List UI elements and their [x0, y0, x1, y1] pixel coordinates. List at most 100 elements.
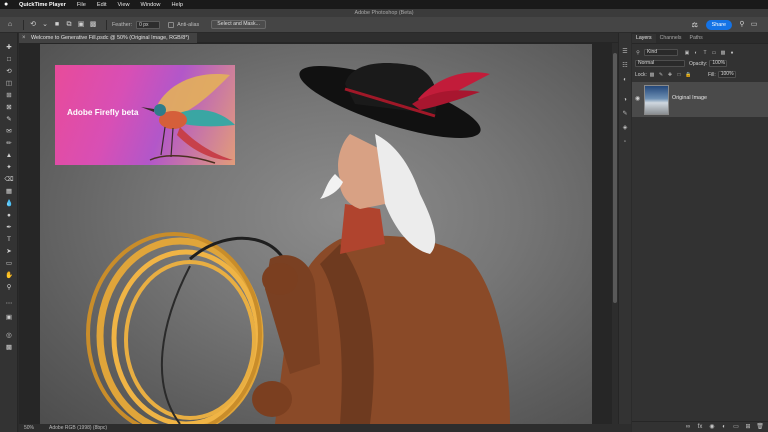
filter-smart-object-icon[interactable]: ▩ — [720, 50, 726, 56]
menu-file[interactable]: File — [77, 2, 86, 8]
path-select-tool-icon[interactable]: ➤ — [3, 247, 15, 257]
delete-layer-icon[interactable]: 🗑 — [756, 423, 764, 431]
pen-tool-icon[interactable]: ✒ — [3, 223, 15, 233]
link-layers-icon[interactable]: ∞ — [684, 423, 692, 431]
options-right-group: ⚖ Share ⚲ ▭ — [692, 20, 762, 30]
quick-mask-icon[interactable]: ◎ — [3, 331, 15, 341]
filter-toggle-icon[interactable]: ● — [729, 50, 735, 56]
document-canvas[interactable]: Adobe Firefly beta — [40, 44, 592, 424]
new-group-icon[interactable]: ▭ — [732, 423, 740, 431]
intersect-selection-icon[interactable]: ▩ — [89, 21, 97, 29]
new-layer-icon[interactable]: ⊞ — [744, 423, 752, 431]
add-selection-icon[interactable]: ⧉ — [65, 21, 73, 29]
gradient-tool-icon[interactable]: ▦ — [3, 187, 15, 197]
layer-row[interactable]: ◉ Original Image — [632, 82, 768, 117]
share-button[interactable]: Share — [705, 20, 732, 30]
clone-stamp-tool-icon[interactable]: ▲ — [3, 151, 15, 161]
opacity-input[interactable]: 100% — [709, 60, 728, 67]
macos-menu-bar: ● QuickTime Player File Edit View Window… — [0, 0, 768, 9]
blend-mode-select[interactable]: Normal — [635, 60, 685, 67]
eye-icon[interactable]: ◉ — [635, 95, 640, 102]
antialias-label: Anti-alias — [177, 21, 200, 28]
document-tab[interactable]: × Welcome to Generative Fill.psdc @ 50% … — [19, 33, 198, 43]
tab-channels[interactable]: Channels — [656, 34, 686, 43]
color-profile[interactable]: Adobe RGB (1998) (8bpc) — [49, 424, 107, 432]
menu-window[interactable]: Window — [141, 2, 161, 8]
object-select-tool-icon[interactable]: ◫ — [3, 79, 15, 89]
panel-icon-column — [618, 33, 631, 432]
shape-tool-icon[interactable]: ▭ — [3, 259, 15, 269]
chevron-down-icon[interactable]: ⌄ — [41, 21, 49, 29]
document-tab-title: Welcome to Generative Fill.psdc @ 50% (O… — [31, 35, 190, 41]
menu-help[interactable]: Help — [171, 2, 183, 8]
new-selection-icon[interactable]: ■ — [53, 21, 61, 29]
feather-input[interactable]: 0 px — [136, 20, 161, 29]
eraser-tool-icon[interactable]: ⌫ — [3, 175, 15, 185]
select-and-mask-button[interactable]: Select and Mask... — [211, 20, 266, 29]
glyphs-panel-icon[interactable]: ▫ — [621, 138, 629, 146]
tab-layers[interactable]: Layers — [632, 34, 656, 43]
layer-name[interactable]: Original Image — [672, 95, 707, 101]
dodge-tool-icon[interactable]: ● — [3, 211, 15, 221]
filter-shape-icon[interactable]: ▭ — [711, 50, 717, 56]
zoom-tool-icon[interactable]: ⚲ — [3, 283, 15, 293]
menu-edit[interactable]: Edit — [97, 2, 107, 8]
healing-brush-tool-icon[interactable]: ✉ — [3, 127, 15, 137]
history-brush-tool-icon[interactable]: ✦ — [3, 163, 15, 173]
eyedropper-tool-icon[interactable]: ✎ — [3, 115, 15, 125]
type-tool-icon[interactable]: T — [3, 235, 15, 245]
lasso-icon[interactable]: ⟲ — [29, 21, 37, 29]
adjustment-layer-icon[interactable]: ◐ — [720, 423, 728, 431]
hand-tool-icon[interactable]: ✋ — [3, 271, 15, 281]
menu-app-name[interactable]: QuickTime Player — [19, 2, 66, 8]
kind-filter-select[interactable]: Kind — [644, 49, 678, 56]
workspace-icon[interactable]: ▭ — [750, 21, 758, 29]
filter-type-icon[interactable]: T — [702, 50, 708, 56]
apple-icon[interactable]: ● — [4, 1, 11, 8]
brush-tool-icon[interactable]: ✏ — [3, 139, 15, 149]
feather-label: Feather: — [112, 21, 133, 28]
filter-adjustment-icon[interactable]: ◐ — [693, 50, 699, 56]
fill-input[interactable]: 100% — [717, 71, 736, 78]
beta-flask-icon[interactable]: ⚖ — [692, 21, 700, 30]
add-mask-icon[interactable]: ◉ — [708, 423, 716, 431]
fill-label: Fill: — [707, 71, 716, 78]
layers-panel: Layers Channels Paths ⚲ Kind ▣ ◐ T ▭ ▩ ●… — [632, 33, 768, 432]
tab-paths[interactable]: Paths — [686, 34, 707, 43]
screen-mode-icon[interactable]: ▩ — [3, 343, 15, 353]
more-tools-icon[interactable]: ⋯ — [3, 299, 15, 309]
lock-pixels-icon[interactable]: ✎ — [658, 72, 664, 78]
scrollbar-thumb[interactable] — [613, 53, 617, 303]
pasteboard: Adobe Firefly beta — [19, 43, 612, 424]
brushes-panel-icon[interactable]: ✎ — [621, 110, 629, 118]
history-panel-icon[interactable]: ☰ — [621, 48, 629, 56]
blur-tool-icon[interactable]: 💧 — [3, 199, 15, 209]
antialias-checkbox[interactable] — [168, 21, 175, 28]
color-swatches-icon[interactable]: ▣ — [3, 313, 15, 323]
crop-tool-icon[interactable]: ⊞ — [3, 91, 15, 101]
styles-panel-icon[interactable]: ◈ — [621, 124, 629, 132]
lock-position-icon[interactable]: ✚ — [667, 72, 673, 78]
firefly-banner-image: Adobe Firefly beta — [55, 65, 235, 165]
properties-panel-icon[interactable]: ☷ — [621, 62, 629, 70]
adjustments-panel-icon[interactable]: ◐ — [621, 76, 629, 84]
filter-pixel-icon[interactable]: ▣ — [684, 50, 690, 56]
window-title: Adobe Photoshop (Beta) — [0, 9, 768, 17]
search-icon[interactable]: ⚲ — [738, 21, 746, 29]
layer-style-icon[interactable]: fx — [696, 423, 704, 431]
frame-tool-icon[interactable]: ⊠ — [3, 103, 15, 113]
close-icon[interactable]: × — [22, 33, 26, 43]
zoom-level[interactable]: 50% — [24, 424, 34, 432]
libraries-panel-icon[interactable]: ◑ — [621, 96, 629, 104]
lock-transparent-icon[interactable]: ▩ — [649, 72, 655, 78]
lock-artboard-icon[interactable]: □ — [676, 72, 682, 78]
lock-all-icon[interactable]: 🔒 — [685, 72, 691, 78]
marquee-tool-icon[interactable]: □ — [3, 55, 15, 65]
layer-thumbnail — [644, 85, 669, 115]
menu-view[interactable]: View — [118, 2, 130, 8]
move-tool-icon[interactable]: ✚ — [3, 43, 15, 53]
subtract-selection-icon[interactable]: ▣ — [77, 21, 85, 29]
lasso-tool-icon[interactable]: ⟲ — [3, 67, 15, 77]
options-divider — [23, 19, 24, 30]
home-icon[interactable]: ⌂ — [6, 21, 14, 29]
